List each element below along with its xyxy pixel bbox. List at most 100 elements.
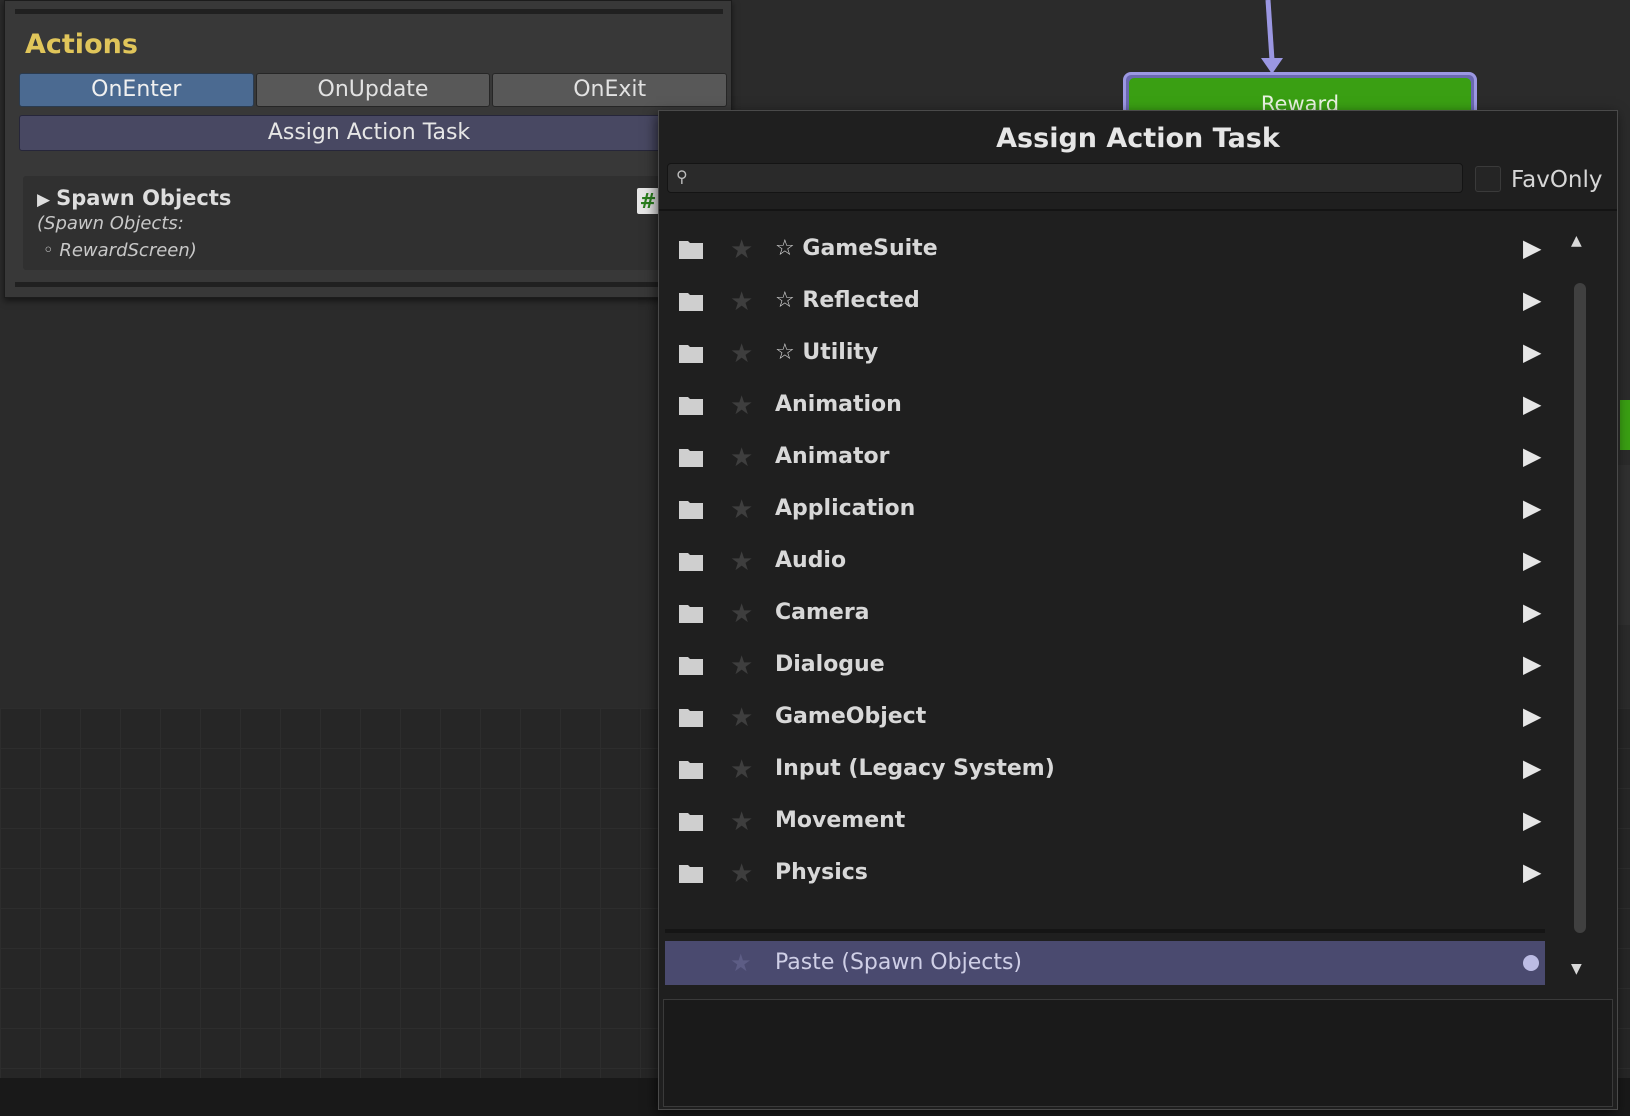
- list-item-label: Dialogue: [775, 652, 885, 677]
- folder-icon: [679, 293, 703, 311]
- chevron-right-icon: ▶: [1523, 702, 1542, 730]
- script-badge[interactable]: #: [637, 188, 659, 214]
- task-title-text: Spawn Objects: [56, 186, 232, 210]
- task-item[interactable]: ▶ Spawn Objects (Spawn Objects: ◦ RewardS…: [23, 176, 723, 270]
- chevron-right-icon: ▶: [1523, 546, 1542, 574]
- list-item[interactable]: ★ Movement ▶: [665, 796, 1545, 848]
- chevron-right-icon: ▶: [1523, 390, 1542, 418]
- chevron-right-icon: ▶: [1523, 858, 1542, 886]
- assign-action-task-button[interactable]: Assign Action Task: [19, 115, 719, 151]
- star-icon[interactable]: ★: [730, 755, 753, 785]
- actions-title: Actions: [25, 29, 138, 60]
- chevron-right-icon: ▶: [1523, 754, 1542, 782]
- star-icon[interactable]: ★: [730, 495, 753, 525]
- action-tabs: OnEnter OnUpdate OnExit: [19, 73, 728, 107]
- chevron-right-icon: ▶: [1523, 494, 1542, 522]
- scroll-up-icon[interactable]: ▲: [1571, 233, 1582, 249]
- folder-icon: [679, 345, 703, 363]
- list-item-label: Physics: [775, 860, 868, 885]
- scroll-thumb[interactable]: [1574, 283, 1586, 933]
- reward-node-label: Reward: [1129, 78, 1471, 116]
- favonly-checkbox[interactable]: [1475, 166, 1501, 192]
- scrollbar[interactable]: ▲ ▼: [1567, 233, 1591, 981]
- chevron-right-icon: ▶: [1523, 234, 1542, 262]
- star-icon[interactable]: ★: [730, 235, 753, 265]
- folder-icon: [679, 605, 703, 623]
- folder-icon: [679, 865, 703, 883]
- list-item-label: Camera: [775, 600, 870, 625]
- folder-icon: [679, 657, 703, 675]
- list-item[interactable]: ★ ☆ Utility ▶: [665, 328, 1545, 380]
- list-item-label: Input (Legacy System): [775, 756, 1055, 781]
- list-item-label: Application: [775, 496, 916, 521]
- folder-icon: [679, 553, 703, 571]
- chevron-right-icon: ▶: [1523, 598, 1542, 626]
- description-area: [663, 999, 1613, 1107]
- folder-icon: [679, 501, 703, 519]
- tab-onexit[interactable]: OnExit: [492, 73, 728, 107]
- chevron-right-icon: ▶: [1523, 806, 1542, 834]
- dot-icon: [1523, 955, 1539, 971]
- list-item[interactable]: ★ Dialogue ▶: [665, 640, 1545, 692]
- tab-onenter[interactable]: OnEnter: [19, 73, 254, 107]
- folder-icon: [679, 397, 703, 415]
- divider: [15, 282, 723, 287]
- list-item[interactable]: ★ Camera ▶: [665, 588, 1545, 640]
- connection-arrow[interactable]: [1256, 0, 1286, 76]
- search-input[interactable]: ⚲: [667, 163, 1463, 193]
- list-item[interactable]: ★ ☆ GameSuite ▶: [665, 224, 1545, 276]
- list-item[interactable]: ★ Physics ▶: [665, 848, 1545, 900]
- list-item[interactable]: ★ Application ▶: [665, 484, 1545, 536]
- side-node-partial[interactable]: [1617, 465, 1630, 625]
- star-icon[interactable]: ★: [730, 391, 753, 421]
- category-list: ★ ☆ GameSuite ▶ ★ ☆ Reflected ▶ ★ ☆ Util…: [665, 224, 1545, 939]
- list-item-label: ☆ GameSuite: [775, 236, 938, 261]
- list-item-label: Movement: [775, 808, 906, 833]
- folder-icon: [679, 449, 703, 467]
- list-item-label: Animator: [775, 444, 890, 469]
- list-item-label: ☆ Utility: [775, 340, 879, 365]
- star-icon[interactable]: ★: [730, 547, 753, 577]
- tab-onupdate[interactable]: OnUpdate: [255, 73, 491, 107]
- inspector-panel: Actions OnEnter OnUpdate OnExit Assign A…: [4, 0, 732, 298]
- folder-icon: [679, 761, 703, 779]
- task-description: (Spawn Objects:: [37, 213, 184, 234]
- favonly-label: FavOnly: [1511, 167, 1603, 193]
- star-icon[interactable]: ★: [730, 339, 753, 369]
- chevron-right-icon: ▶: [1523, 338, 1542, 366]
- star-icon[interactable]: ★: [730, 807, 753, 837]
- divider: [665, 929, 1545, 933]
- popup-title: Assign Action Task: [996, 123, 1280, 154]
- list-item-label: Animation: [775, 392, 902, 417]
- paste-item-label: Paste (Spawn Objects): [775, 950, 1022, 975]
- star-icon[interactable]: ★: [730, 443, 753, 473]
- scroll-down-icon[interactable]: ▼: [1571, 961, 1582, 977]
- divider: [659, 209, 1617, 211]
- star-icon[interactable]: ★: [730, 651, 753, 681]
- task-title[interactable]: ▶ Spawn Objects: [37, 186, 231, 210]
- star-icon[interactable]: ★: [730, 859, 753, 889]
- list-item[interactable]: ★ GameObject ▶: [665, 692, 1545, 744]
- list-item[interactable]: ★ ☆ Reflected ▶: [665, 276, 1545, 328]
- paste-item[interactable]: ★ Paste (Spawn Objects): [665, 941, 1545, 985]
- list-item[interactable]: ★ Animator ▶: [665, 432, 1545, 484]
- chevron-right-icon: ▶: [1523, 650, 1542, 678]
- star-icon: ★: [730, 949, 752, 977]
- list-item[interactable]: ★ Audio ▶: [665, 536, 1545, 588]
- folder-icon: [679, 241, 703, 259]
- search-icon: ⚲: [676, 167, 688, 186]
- star-icon[interactable]: ★: [730, 599, 753, 629]
- folder-icon: [679, 709, 703, 727]
- divider: [15, 9, 723, 14]
- chevron-right-icon: ▶: [1523, 442, 1542, 470]
- star-icon[interactable]: ★: [730, 703, 753, 733]
- list-item[interactable]: ★ Animation ▶: [665, 380, 1545, 432]
- list-item[interactable]: ★ Input (Legacy System) ▶: [665, 744, 1545, 796]
- list-item-label: ☆ Reflected: [775, 288, 920, 313]
- side-node-edge[interactable]: [1620, 400, 1630, 450]
- folder-icon: [679, 813, 703, 831]
- task-description-item: ◦ RewardScreen): [43, 240, 197, 261]
- expand-triangle-icon[interactable]: ▶: [37, 190, 50, 210]
- star-icon[interactable]: ★: [730, 287, 753, 317]
- assign-action-task-popup: Assign Action Task ⚲ FavOnly ★ ☆ GameSui…: [658, 110, 1618, 1110]
